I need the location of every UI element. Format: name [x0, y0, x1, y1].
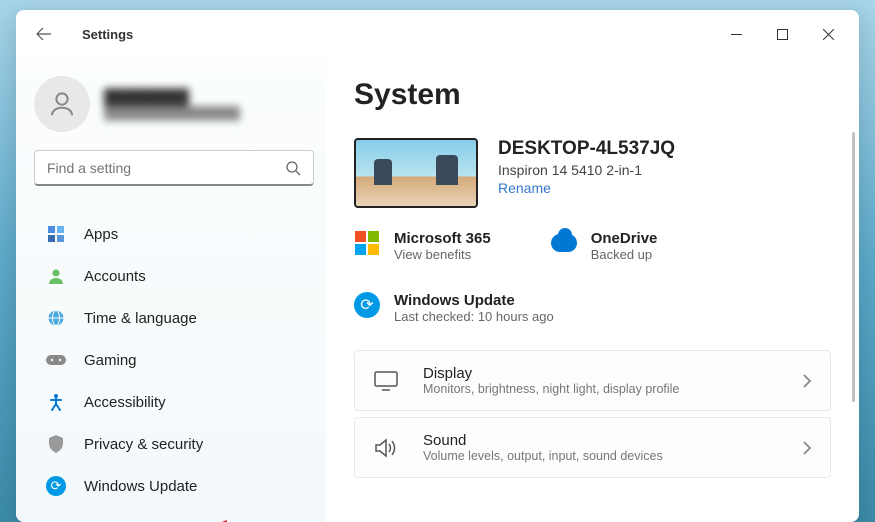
- window-controls: [713, 18, 851, 50]
- chevron-right-icon: [802, 374, 812, 388]
- apps-icon: [46, 224, 66, 244]
- status-onedrive[interactable]: OneDrive Backed up: [551, 230, 658, 262]
- minimize-button[interactable]: [713, 18, 759, 50]
- card-title: Display: [423, 365, 778, 382]
- search-box[interactable]: [34, 150, 314, 186]
- card-title: Sound: [423, 432, 778, 449]
- display-icon: [373, 368, 399, 394]
- card-sound[interactable]: Sound Volume levels, output, input, soun…: [354, 417, 831, 478]
- chevron-right-icon: [802, 441, 812, 455]
- nav-gaming[interactable]: Gaming: [34, 340, 314, 380]
- gaming-icon: [46, 350, 66, 370]
- globe-icon: [46, 308, 66, 328]
- search-icon: [285, 160, 301, 176]
- settings-cards: Display Monitors, brightness, night ligh…: [354, 350, 831, 478]
- nav-list: Apps Accounts Time & language Gaming Acc…: [34, 214, 314, 506]
- shield-icon: [46, 434, 66, 454]
- nav-time-language[interactable]: Time & language: [34, 298, 314, 338]
- content-area: System DESKTOP-4L537JQ Inspiron 14 5410 …: [326, 58, 859, 522]
- accounts-icon: [46, 266, 66, 286]
- onedrive-icon: [551, 230, 577, 256]
- status-title: OneDrive: [591, 230, 658, 247]
- close-icon: [823, 29, 834, 40]
- minimize-icon: [731, 29, 742, 40]
- annotation-arrow: [211, 516, 316, 522]
- user-text: ████████ ████████████████: [104, 89, 240, 120]
- nav-privacy-security[interactable]: Privacy & security: [34, 424, 314, 464]
- nav-accessibility[interactable]: Accessibility: [34, 382, 314, 422]
- nav-label: Accounts: [84, 268, 146, 285]
- card-sub: Monitors, brightness, night light, displ…: [423, 382, 778, 396]
- device-thumbnail[interactable]: [354, 138, 478, 208]
- nav-windows-update[interactable]: ⟳ Windows Update: [34, 466, 314, 506]
- winupdate-icon: ⟳: [354, 292, 380, 318]
- scrollbar[interactable]: [852, 132, 855, 402]
- user-account-row[interactable]: ████████ ████████████████: [34, 70, 314, 150]
- nav-label: Accessibility: [84, 394, 166, 411]
- status-title: Windows Update: [394, 292, 554, 309]
- accessibility-icon: [46, 392, 66, 412]
- search-input[interactable]: [47, 160, 285, 176]
- person-icon: [47, 89, 77, 119]
- device-name: DESKTOP-4L537JQ: [498, 138, 675, 160]
- nav-label: Apps: [84, 226, 118, 243]
- status-windows-update[interactable]: ⟳ Windows Update Last checked: 10 hours …: [354, 292, 831, 324]
- nav-label: Gaming: [84, 352, 137, 369]
- page-title: System: [354, 78, 831, 112]
- maximize-button[interactable]: [759, 18, 805, 50]
- card-sub: Volume levels, output, input, sound devi…: [423, 449, 778, 463]
- close-button[interactable]: [805, 18, 851, 50]
- titlebar: Settings: [16, 10, 859, 58]
- update-icon: ⟳: [46, 476, 66, 496]
- nav-accounts[interactable]: Accounts: [34, 256, 314, 296]
- window-title: Settings: [82, 27, 133, 42]
- nav-apps[interactable]: Apps: [34, 214, 314, 254]
- status-title: Microsoft 365: [394, 230, 491, 247]
- status-sub: View benefits: [394, 247, 491, 262]
- status-sub: Backed up: [591, 247, 658, 262]
- card-display[interactable]: Display Monitors, brightness, night ligh…: [354, 350, 831, 411]
- status-microsoft365[interactable]: Microsoft 365 View benefits: [354, 230, 491, 262]
- status-sub: Last checked: 10 hours ago: [394, 309, 554, 324]
- back-arrow-icon: [36, 26, 52, 42]
- nav-label: Windows Update: [84, 478, 197, 495]
- device-model: Inspiron 14 5410 2-in-1: [498, 162, 675, 178]
- sidebar: ████████ ████████████████ Apps Accounts: [16, 58, 326, 522]
- sound-icon: [373, 435, 399, 461]
- device-section: DESKTOP-4L537JQ Inspiron 14 5410 2-in-1 …: [354, 138, 831, 208]
- ms365-icon: [354, 230, 380, 256]
- device-info: DESKTOP-4L537JQ Inspiron 14 5410 2-in-1 …: [498, 138, 675, 198]
- back-button[interactable]: [24, 14, 64, 54]
- status-grid: Microsoft 365 View benefits OneDrive Bac…: [354, 230, 831, 324]
- avatar: [34, 76, 90, 132]
- settings-window: Settings ████████ ████████████████: [16, 10, 859, 522]
- maximize-icon: [777, 29, 788, 40]
- nav-label: Time & language: [84, 310, 197, 327]
- rename-link[interactable]: Rename: [498, 180, 551, 196]
- nav-label: Privacy & security: [84, 436, 203, 453]
